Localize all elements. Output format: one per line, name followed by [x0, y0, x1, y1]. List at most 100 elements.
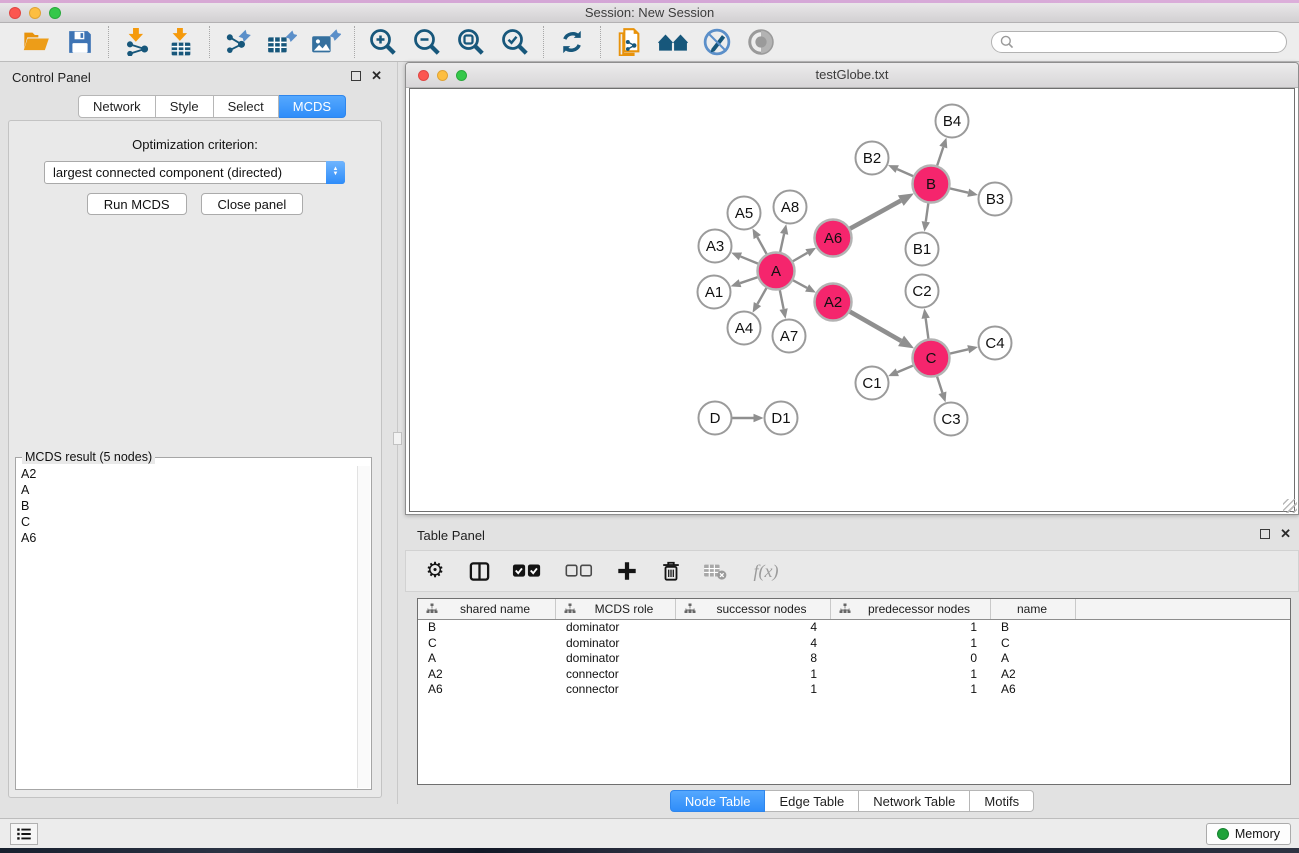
run-mcds-button[interactable]: Run MCDS [87, 193, 187, 215]
refresh-layout-icon[interactable] [557, 27, 587, 57]
export-image-icon[interactable] [311, 27, 341, 57]
graph-node-D1[interactable]: D1 [765, 402, 798, 435]
function-builder-icon[interactable]: f(x) [746, 558, 786, 584]
optimization-criterion-dropdown[interactable]: largest connected component (directed) ▲… [44, 161, 345, 184]
tab-style[interactable]: Style [156, 95, 214, 118]
node-table-header: shared name MCDS role successor nodes pr… [418, 599, 1290, 620]
import-table-icon[interactable] [166, 27, 196, 57]
table-cell: A [418, 651, 556, 667]
table-row[interactable]: A6connector11A6 [418, 682, 1290, 698]
search-field[interactable] [991, 31, 1287, 53]
float-panel-icon[interactable] [351, 71, 361, 81]
mcds-list-scrollbar[interactable] [357, 466, 370, 788]
mcds-result-item[interactable]: A [17, 482, 357, 498]
graph-node-label: B [926, 176, 936, 193]
clear-table-icon[interactable] [702, 558, 728, 584]
settings-gear-icon[interactable]: ⚙ [422, 558, 448, 584]
mcds-result-item[interactable]: C [17, 514, 357, 530]
graph-node-A[interactable]: A [758, 253, 795, 290]
table-row[interactable]: Bdominator41B [418, 620, 1290, 636]
column-header-shared-name[interactable]: shared name [418, 599, 556, 619]
table-cell: A [991, 651, 1076, 667]
table-cell: dominator [556, 651, 676, 667]
graph-node-label: A5 [735, 205, 753, 222]
table-cell: 1 [676, 667, 831, 683]
hierarchy-icon [839, 603, 851, 615]
close-table-panel-icon[interactable]: ✕ [1280, 529, 1291, 539]
memory-button[interactable]: Memory [1206, 823, 1291, 845]
export-network-icon[interactable] [223, 27, 253, 57]
divider-grip[interactable] [393, 432, 402, 445]
graph-node-label: C1 [862, 375, 881, 392]
close-panel-button[interactable]: Close panel [201, 193, 304, 215]
graph-node-B3[interactable]: B3 [979, 183, 1012, 216]
graph-node-B4[interactable]: B4 [936, 105, 969, 138]
tab-mcds[interactable]: MCDS [279, 95, 346, 118]
close-panel-icon[interactable]: ✕ [371, 71, 382, 81]
tab-node-table[interactable]: Node Table [670, 790, 766, 812]
search-input[interactable] [1019, 35, 1278, 49]
graph-node-C2[interactable]: C2 [906, 275, 939, 308]
column-header-mcds-role[interactable]: MCDS role [556, 599, 676, 619]
graph-node-A8[interactable]: A8 [774, 191, 807, 224]
column-header-successor-nodes[interactable]: successor nodes [676, 599, 831, 619]
delete-icon[interactable] [658, 558, 684, 584]
table-row[interactable]: Adominator80A [418, 651, 1290, 667]
zoom-in-icon[interactable] [368, 27, 398, 57]
task-history-button[interactable] [10, 823, 38, 845]
float-table-panel-icon[interactable] [1260, 529, 1270, 539]
home-icon[interactable] [658, 27, 688, 57]
deselect-all-icon[interactable] [562, 558, 596, 584]
column-header-name[interactable]: name [991, 599, 1076, 619]
zoom-fit-icon[interactable] [456, 27, 486, 57]
graph-node-B2[interactable]: B2 [856, 142, 889, 175]
select-all-icon[interactable] [510, 558, 544, 584]
graph-node-A2[interactable]: A2 [815, 284, 852, 321]
graph-node-C4[interactable]: C4 [979, 327, 1012, 360]
mcds-result-item[interactable]: A2 [17, 466, 357, 482]
mcds-result-item[interactable]: B [17, 498, 357, 514]
open-file-icon[interactable] [21, 27, 51, 57]
graph-node-C1[interactable]: C1 [856, 367, 889, 400]
table-row[interactable]: A2connector11A2 [418, 667, 1290, 683]
graph-node-A6[interactable]: A6 [815, 220, 852, 257]
graph-node-C3[interactable]: C3 [935, 403, 968, 436]
tab-network[interactable]: Network [78, 95, 156, 118]
graph-node-C[interactable]: C [913, 340, 950, 377]
graph-node-B1[interactable]: B1 [906, 233, 939, 266]
graph-node-A7[interactable]: A7 [773, 320, 806, 353]
graph-node-D[interactable]: D [699, 402, 732, 435]
graph-edge-arrowhead [731, 279, 742, 287]
zoom-out-icon[interactable] [412, 27, 442, 57]
graph-node-A3[interactable]: A3 [699, 230, 732, 263]
annotation-mode-icon[interactable] [702, 27, 732, 57]
column-layout-icon[interactable] [466, 558, 492, 584]
tab-network-table[interactable]: Network Table [859, 790, 970, 812]
graph-node-label: A8 [781, 199, 799, 216]
tab-select[interactable]: Select [214, 95, 279, 118]
graph-node-A4[interactable]: A4 [728, 312, 761, 345]
graph-node-B[interactable]: B [913, 166, 950, 203]
control-panel: Control Panel ✕ Network Style Select MCD… [0, 62, 392, 804]
network-canvas[interactable]: B4 B2 B B3 A8 A5 A6 A3 B1 A C2 A1 A2 A4 A7 C4 C C1 D D1 C3 [409, 88, 1295, 512]
new-network-icon[interactable] [614, 27, 644, 57]
add-column-icon[interactable] [614, 558, 640, 584]
column-header-predecessor-nodes[interactable]: predecessor nodes [831, 599, 991, 619]
import-network-icon[interactable] [122, 27, 152, 57]
tab-motifs[interactable]: Motifs [970, 790, 1034, 812]
graph-edge-arrowhead [780, 224, 788, 235]
zoom-selected-icon[interactable] [500, 27, 530, 57]
graph-node-A5[interactable]: A5 [728, 197, 761, 230]
mcds-result-item[interactable]: A6 [17, 530, 357, 546]
show-graphics-icon[interactable] [746, 27, 776, 57]
export-table-icon[interactable] [267, 27, 297, 57]
graph-node-label: C3 [941, 411, 960, 428]
table-cell: A6 [418, 682, 556, 698]
table-row[interactable]: Cdominator41C [418, 636, 1290, 652]
graph-edge-arrowhead [967, 189, 978, 197]
tab-edge-table[interactable]: Edge Table [765, 790, 859, 812]
mcds-result-box: MCDS result (5 nodes) A2ABCA6 [15, 457, 372, 790]
save-session-icon[interactable] [65, 27, 95, 57]
graph-node-A1[interactable]: A1 [698, 276, 731, 309]
window-resize-grip[interactable] [1283, 499, 1297, 513]
